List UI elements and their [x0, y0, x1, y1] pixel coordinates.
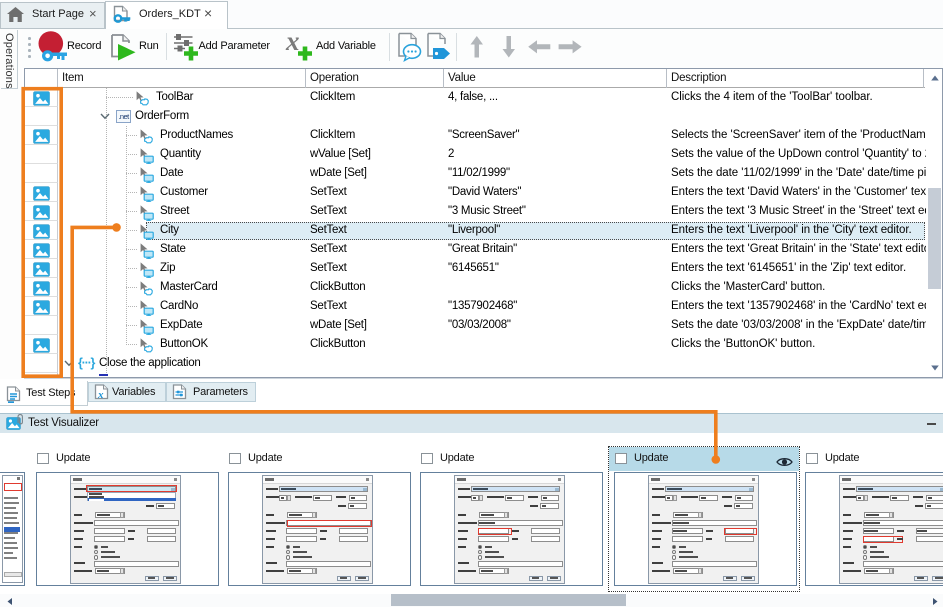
svg-text:x: x: [97, 389, 104, 401]
svg-text:x: x: [285, 30, 300, 56]
